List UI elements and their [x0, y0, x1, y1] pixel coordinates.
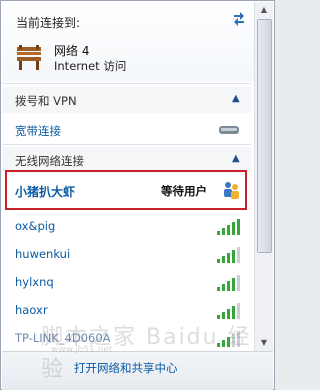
connected-title: 当前连接到:: [16, 16, 81, 30]
network-name: huwenkui: [15, 247, 71, 261]
network-flyout: 当前连接到: 网络 4 Internet 访问 拨号和 VPN ▲ 宽带连接 无…: [0, 0, 275, 390]
signal-icon: [217, 219, 240, 235]
broadband-label: 宽带连接: [15, 124, 61, 138]
wireless-label: 无线网络连接: [15, 154, 84, 168]
refresh-icon[interactable]: [230, 10, 248, 28]
signal-icon: [217, 247, 240, 263]
scroll-thumb[interactable]: [257, 19, 272, 253]
scrollbar[interactable]: ▲ ▼: [254, 2, 273, 351]
network-access-status: Internet 访问: [54, 59, 127, 73]
network-name: ox&pig: [15, 219, 56, 233]
modem-icon: [219, 126, 239, 134]
broadband-connection-row[interactable]: 宽带连接: [2, 117, 251, 143]
chevron-up-icon[interactable]: ▲: [232, 93, 240, 104]
network-name: haoxr: [15, 303, 48, 317]
dialup-vpn-label: 拨号和 VPN: [15, 94, 77, 108]
connected-section: 当前连接到: 网络 4 Internet 访问: [2, 2, 273, 82]
divider: [2, 144, 251, 145]
signal-icon: [217, 275, 240, 291]
scroll-up-icon[interactable]: ▲: [255, 2, 273, 18]
highlight-box: [5, 170, 247, 210]
bench-icon: [17, 45, 41, 70]
network-name: 网络 4: [54, 44, 90, 58]
divider: [2, 83, 251, 84]
dialup-vpn-header[interactable]: 拨号和 VPN ▲: [2, 87, 251, 113]
network-name: hylxnq: [15, 275, 54, 289]
wifi-network-item[interactable]: ox&pig: [2, 213, 251, 239]
wifi-network-item[interactable]: huwenkui: [2, 241, 251, 267]
signal-icon: [217, 303, 240, 319]
watermark-url: www.jb51.net: [51, 345, 113, 355]
chevron-up-icon[interactable]: ▲: [232, 153, 240, 164]
wifi-network-item[interactable]: hylxnq: [2, 269, 251, 295]
